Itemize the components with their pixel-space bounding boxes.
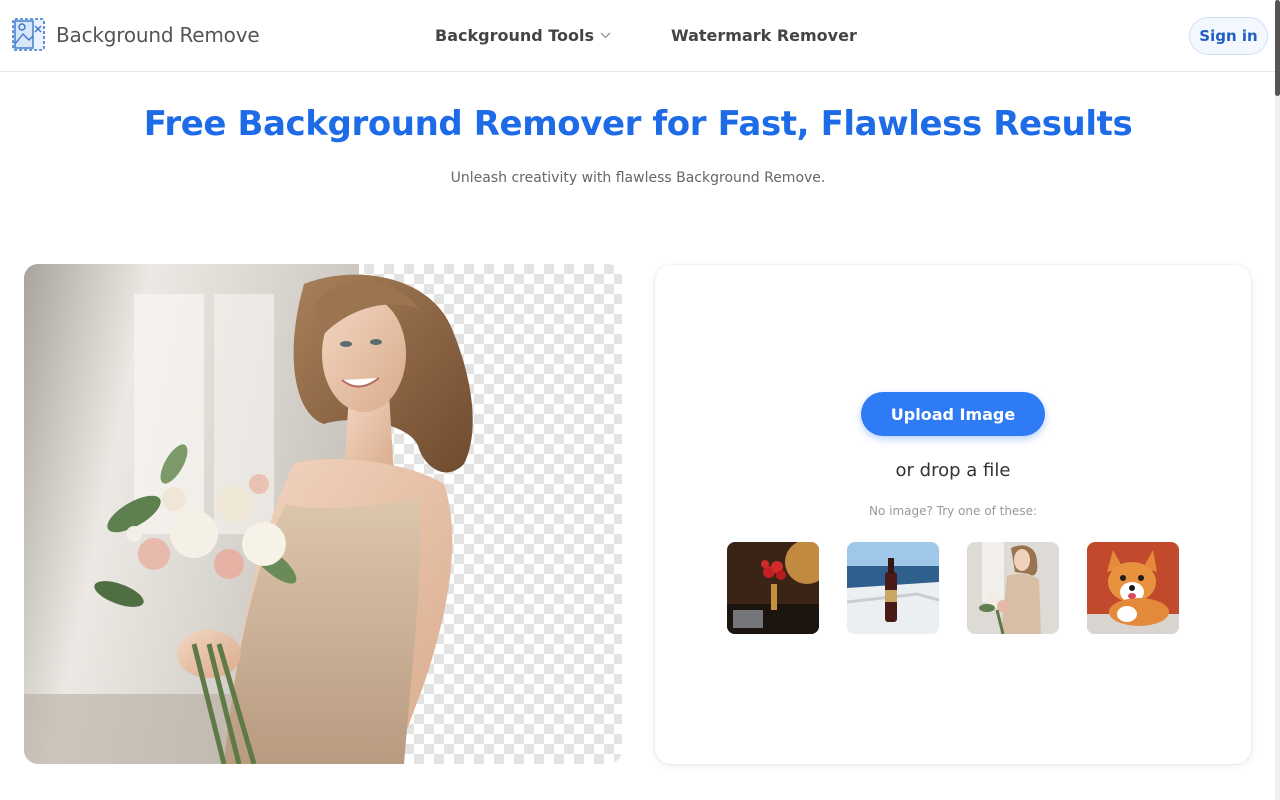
page-title: Free Background Remover for Fast, Flawle… <box>143 104 1133 144</box>
before-after-preview-image <box>24 264 622 764</box>
drop-file-text: or drop a file <box>895 460 1011 481</box>
sign-in-button[interactable]: Sign in <box>1189 17 1268 55</box>
sample-images-row <box>727 542 1179 634</box>
sample-image-woman-bouquet[interactable] <box>967 542 1059 634</box>
upload-dropzone[interactable]: Upload Image or drop a file No image? Tr… <box>655 265 1251 764</box>
logo-link[interactable]: Background Remove <box>12 18 260 51</box>
chevron-down-icon <box>600 32 611 39</box>
scrollbar-thumb[interactable] <box>1275 0 1280 96</box>
nav-background-tools-label: Background Tools <box>435 26 595 45</box>
top-navigation-bar: Background Remove Background Tools Water… <box>0 0 1280 72</box>
image-edit-icon <box>12 18 45 51</box>
try-samples-text: No image? Try one of these: <box>868 504 1037 518</box>
nav-background-tools[interactable]: Background Tools <box>435 26 611 45</box>
logo-text: Background Remove <box>56 22 260 47</box>
sample-image-corgi-dog[interactable] <box>1087 542 1179 634</box>
nav-watermark-remover[interactable]: Watermark Remover <box>671 26 857 45</box>
sample-image-flowers-room[interactable] <box>727 542 819 634</box>
page-subtitle: Unleash creativity with flawless Backgro… <box>450 170 826 186</box>
upload-image-button[interactable]: Upload Image <box>861 392 1045 436</box>
woman-with-bouquet-illustration <box>24 264 622 764</box>
sample-image-wine-bottle-boat[interactable] <box>847 542 939 634</box>
